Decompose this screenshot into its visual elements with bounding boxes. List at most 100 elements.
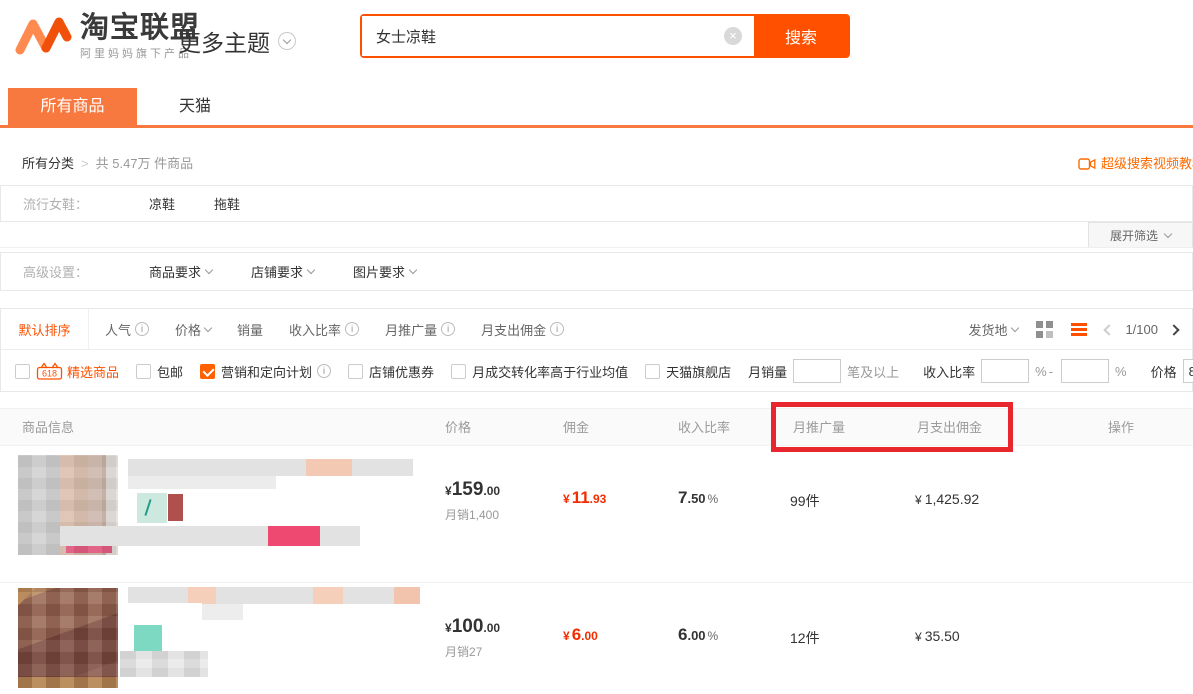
sort-sales[interactable]: 销量 xyxy=(237,320,263,339)
sort-label: 价格 xyxy=(175,320,201,339)
checkbox-label: 包邮 xyxy=(157,362,183,381)
currency-symbol: ¥ xyxy=(915,493,922,507)
censored-tag-block xyxy=(168,494,183,521)
info-icon[interactable] xyxy=(345,322,359,336)
prev-page-icon[interactable] xyxy=(1104,324,1115,335)
chevron-down-icon xyxy=(205,266,213,274)
expand-filters-button[interactable]: 展开筛选 xyxy=(1088,222,1193,248)
video-tutorial-link[interactable]: 超级搜索视频教程 xyxy=(1078,152,1193,176)
list-view-icon[interactable] xyxy=(1071,323,1087,336)
quick-filter-row: 618 精选商品 包邮 营销和定向计划 店铺优惠券 月成交转化率高于行业均值 xyxy=(1,350,1192,392)
payout-value: 1,425.92 xyxy=(925,491,980,507)
currency-symbol: ¥ xyxy=(915,630,922,644)
checkbox[interactable] xyxy=(348,364,363,379)
checkbox[interactable] xyxy=(15,364,30,379)
monthly-payout-cell: ¥1,425.92 xyxy=(915,491,979,507)
monthly-sales: 月销1,400 xyxy=(445,506,499,523)
table-row: ¥159.00 月销1,400 ¥11.93 7.50% 99件 ¥1,425.… xyxy=(0,446,1193,583)
currency-symbol: ¥ xyxy=(563,629,570,643)
checkbox[interactable] xyxy=(451,364,466,379)
checkbox-label: 月成交转化率高于行业均值 xyxy=(472,362,628,381)
sort-income-ratio[interactable]: 收入比率 xyxy=(289,320,359,339)
more-topics-dropdown[interactable]: 更多主题 xyxy=(178,24,296,58)
clear-search-icon[interactable] xyxy=(724,27,742,45)
checkbox[interactable] xyxy=(645,364,660,379)
checkbox-free-shipping[interactable]: 包邮 xyxy=(136,362,183,381)
dropdown-product-requirements[interactable]: 商品要求 xyxy=(149,262,212,281)
search-input[interactable] xyxy=(362,16,754,56)
top-header: 淘宝联盟 阿里妈妈旗下产品 更多主题 搜索 xyxy=(0,0,1193,88)
income-ratio-cell: 6.00% xyxy=(678,625,718,645)
dropdown-image-requirements[interactable]: 图片要求 xyxy=(353,262,416,281)
checkbox-label: 精选商品 xyxy=(67,362,119,381)
ratio-decimal: .00 xyxy=(687,628,705,643)
sort-default[interactable]: 默认排序 xyxy=(1,309,89,349)
video-camera-icon xyxy=(1078,157,1096,171)
checkbox[interactable] xyxy=(136,364,151,379)
tab-all-products[interactable]: 所有商品 xyxy=(8,88,137,125)
censored-text-block xyxy=(60,526,360,546)
price-min-input[interactable] xyxy=(1183,359,1193,383)
percent-sign: % xyxy=(708,629,719,643)
next-page-icon[interactable] xyxy=(1168,324,1179,335)
advanced-settings-label: 高级设置： xyxy=(23,262,149,281)
income-ratio-cell: 7.50% xyxy=(678,488,718,508)
income-ratio-max-input[interactable] xyxy=(1061,359,1109,383)
grid-view-icon[interactable] xyxy=(1036,321,1053,338)
category-filter-label: 流行女鞋： xyxy=(23,194,149,213)
search-button[interactable]: 搜索 xyxy=(754,16,848,56)
filter-option-sandals[interactable]: 凉鞋 xyxy=(149,194,175,213)
breadcrumb-separator: > xyxy=(81,152,89,176)
tab-tmall[interactable]: 天猫 xyxy=(150,88,240,125)
result-count: 共 5.47万 件商品 xyxy=(96,152,194,176)
taobao-union-logo-icon xyxy=(14,13,72,61)
checkbox-tmall-flagship[interactable]: 天猫旗舰店 xyxy=(645,362,731,381)
category-filter-box: 流行女鞋： 凉鞋 拖鞋 xyxy=(0,185,1193,222)
checkbox-shop-coupon[interactable]: 店铺优惠券 xyxy=(348,362,434,381)
monthly-sales-suffix: 笔及以上 xyxy=(847,362,899,381)
checkbox-featured-products[interactable]: 618 精选商品 xyxy=(15,362,119,381)
sort-monthly-payout[interactable]: 月支出佣金 xyxy=(481,320,564,339)
monthly-sales: 月销27 xyxy=(445,643,482,660)
income-ratio-min-input[interactable] xyxy=(981,359,1029,383)
dropdown-shop-requirements[interactable]: 店铺要求 xyxy=(251,262,314,281)
info-icon[interactable] xyxy=(317,364,331,378)
taobao-union-search-page: 淘宝联盟 阿里妈妈旗下产品 更多主题 搜索 所有商品 天猫 所有分类 > 共 5… xyxy=(0,0,1193,694)
info-icon[interactable] xyxy=(135,322,149,336)
percent-sign: % xyxy=(708,492,719,506)
info-icon[interactable] xyxy=(441,322,455,336)
monthly-sales-label: 月销量 xyxy=(748,362,787,381)
censored-tag-block xyxy=(137,493,167,523)
monthly-sales-filter: 月销量 笔及以上 xyxy=(748,359,899,383)
sort-bar-right: 发货地 1/100 xyxy=(968,309,1178,350)
dropdown-label: 图片要求 xyxy=(353,262,405,281)
logo[interactable]: 淘宝联盟 阿里妈妈旗下产品 xyxy=(14,12,200,61)
table-header: 商品信息 价格 佣金 收入比率 月推广量 月支出佣金 操作 xyxy=(0,408,1193,446)
monthly-sales-input[interactable] xyxy=(793,359,841,383)
checkbox-conversion-above-average[interactable]: 月成交转化率高于行业均值 xyxy=(451,362,628,381)
video-tutorial-label: 超级搜索视频教程 xyxy=(1101,152,1193,176)
filter-option-slippers[interactable]: 拖鞋 xyxy=(214,194,240,213)
dropdown-label: 店铺要求 xyxy=(251,262,303,281)
sort-monthly-promo[interactable]: 月推广量 xyxy=(385,320,455,339)
ship-from-dropdown[interactable]: 发货地 xyxy=(968,320,1018,339)
sort-popularity[interactable]: 人气 xyxy=(105,320,149,339)
checkbox-label: 天猫旗舰店 xyxy=(666,362,731,381)
product-thumbnail[interactable] xyxy=(18,588,118,688)
ratio-decimal: .50 xyxy=(687,491,705,506)
commission-decimal: .00 xyxy=(581,629,598,643)
checkbox-label: 营销和定向计划 xyxy=(221,362,312,381)
info-icon[interactable] xyxy=(550,322,564,336)
breadcrumb-category[interactable]: 所有分类 xyxy=(22,152,74,176)
breadcrumb-row: 所有分类 > 共 5.47万 件商品 超级搜索视频教程 xyxy=(0,152,1193,176)
currency-symbol: ¥ xyxy=(445,621,452,635)
table-row: ¥100.00 月销27 ¥6.00 6.00% 12件 ¥35.50 xyxy=(0,583,1193,694)
checkbox-checked[interactable] xyxy=(200,364,215,379)
expand-filters-label: 展开筛选 xyxy=(1110,227,1158,244)
col-product-info: 商品信息 xyxy=(22,409,74,447)
sort-price[interactable]: 价格 xyxy=(175,320,211,339)
checkbox-marketing-plan[interactable]: 营销和定向计划 xyxy=(200,362,331,381)
more-topics-label: 更多主题 xyxy=(178,24,270,58)
pagination: 1/100 xyxy=(1105,322,1178,337)
breadcrumb: 所有分类 > 共 5.47万 件商品 xyxy=(22,152,193,176)
